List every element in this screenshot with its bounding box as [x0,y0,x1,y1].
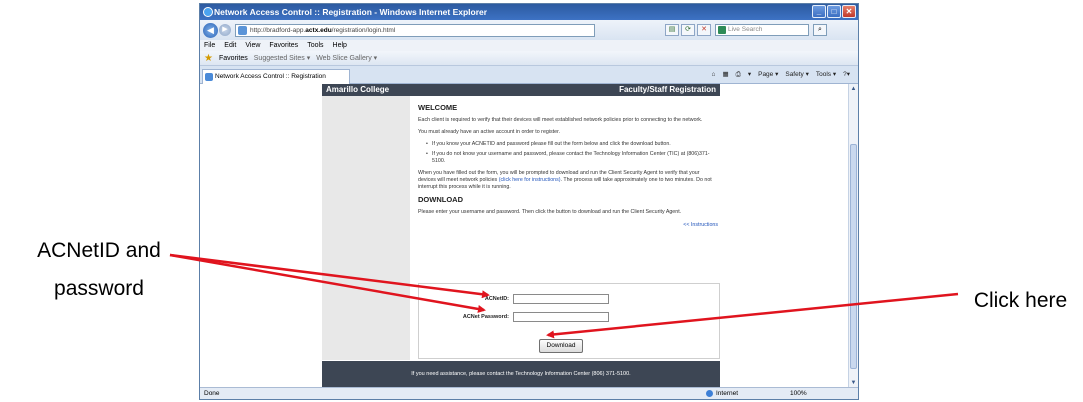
security-zone: Internet [706,388,738,399]
stop-icon[interactable]: ✕ [697,24,711,36]
scroll-up-icon[interactable]: ▲ [850,85,857,93]
search-icon[interactable]: ⌕ [813,24,827,36]
feeds-icon[interactable]: ▦ [722,69,728,81]
page-footer: If you need assistance, please contact t… [322,361,720,388]
callout-line-1: ACNetID and [37,239,161,262]
menu-favorites[interactable]: Favorites [269,40,298,51]
safety-menu[interactable]: Safety ▾ [785,69,809,81]
menu-bar: File Edit View Favorites Tools Help [200,40,858,51]
compat-view-icon[interactable]: ▤ [665,24,679,36]
menu-tools[interactable]: Tools [307,40,323,51]
vertical-scrollbar[interactable]: ▲ ▼ [848,84,858,388]
cmd-print-dropdown[interactable]: ▾ [748,69,751,81]
home-icon[interactable]: ⌂ [712,69,716,81]
left-column [322,96,410,360]
close-button[interactable]: ✕ [842,5,856,18]
ie-logo-icon [203,7,213,17]
page-icon [238,25,247,35]
scrollbar-thumb[interactable] [850,144,857,369]
welcome-paragraph-2: You must already have an active account … [418,129,561,135]
command-bar: ⌂ ▦ ⎙ ▾ Page ▾ Safety ▾ Tools ▾ ?▾ [712,69,850,81]
download-paragraph: Please enter your username and password.… [418,209,682,215]
tab-registration[interactable]: Network Access Control :: Registration [202,69,350,84]
registration-title: Faculty/Staff Registration [619,85,716,94]
star-icon[interactable]: ★ [204,53,213,64]
window-title: Network Access Control :: Registration -… [214,7,488,17]
refresh-icon[interactable]: ⟳ [681,24,695,36]
status-text: Done [204,390,220,397]
help-icon[interactable]: ?▾ [843,69,850,81]
registration-page: Amarillo College Faculty/Staff Registrat… [322,84,720,388]
page-content: WELCOME Each client is required to verif… [418,100,718,235]
page-viewport: Amarillo College Faculty/Staff Registrat… [200,84,858,388]
welcome-heading: WELCOME [418,103,458,112]
page-header: Amarillo College Faculty/Staff Registrat… [322,84,720,96]
menu-file[interactable]: File [204,40,215,51]
instructions-inline-link[interactable]: (click here for instructions) [499,177,561,183]
back-button[interactable]: ◀ [203,22,218,38]
zoom-level[interactable]: 100% [790,388,807,399]
title-bar: Network Access Control :: Registration -… [200,4,858,20]
menu-view[interactable]: View [245,40,260,51]
download-heading: DOWNLOAD [418,195,463,204]
scroll-down-icon[interactable]: ▼ [850,379,857,387]
acnetid-input[interactable] [513,294,609,304]
maximize-button[interactable]: □ [827,5,841,18]
address-buttons: ▤ ⟳ ✕ [665,24,711,36]
welcome-paragraph-3: When you have filled out the form, you w… [418,170,712,190]
favorites-button[interactable]: Favorites [219,55,248,62]
password-label: ACNet Password: [462,314,509,320]
college-name: Amarillo College [326,85,390,94]
instructions-link[interactable]: << Instructions [418,222,718,229]
list-item: If you know your ACNETID and password pl… [426,141,718,148]
window-controls: _ □ ✕ [812,5,856,18]
tools-menu[interactable]: Tools ▾ [816,69,836,81]
list-item: If you do not know your username and pas… [426,151,718,165]
favorites-bar: ★ Favorites Suggested Sites ▾ Web Slice … [200,51,858,66]
callout-click-here: Click here [973,289,1068,312]
password-input[interactable] [513,312,609,322]
acnetid-label: ACNetID: [484,296,509,302]
menu-edit[interactable]: Edit [224,40,236,51]
status-bar: Done Internet 100% [200,387,858,399]
callout-credentials: ACNetID and password [24,232,174,308]
menu-help[interactable]: Help [333,40,347,51]
forward-button[interactable]: ▶ [219,24,231,36]
welcome-paragraph-1: Each client is required to verify that t… [418,117,703,123]
browser-window: Network Access Control :: Registration -… [199,3,859,400]
download-button[interactable]: Download [539,339,583,353]
address-bar[interactable]: http://bradford-app.actx.edu/registratio… [235,23,595,37]
minimize-button[interactable]: _ [812,5,826,18]
page-menu[interactable]: Page ▾ [758,69,778,81]
address-row: ◀ ▶ http://bradford-app.actx.edu/registr… [200,20,858,40]
tab-row: Network Access Control :: Registration ⌂… [200,66,858,84]
login-form: ACNetID: ACNet Password: Download [418,283,720,359]
instructions-list: If you know your ACNETID and password pl… [426,141,718,165]
suggested-sites-link[interactable]: Suggested Sites ▾ [254,54,310,62]
print-icon[interactable]: ⎙ [736,69,741,81]
callout-line-2: password [54,277,144,300]
web-slice-gallery-link[interactable]: Web Slice Gallery ▾ [316,54,377,62]
search-input[interactable]: Live Search [715,24,809,36]
